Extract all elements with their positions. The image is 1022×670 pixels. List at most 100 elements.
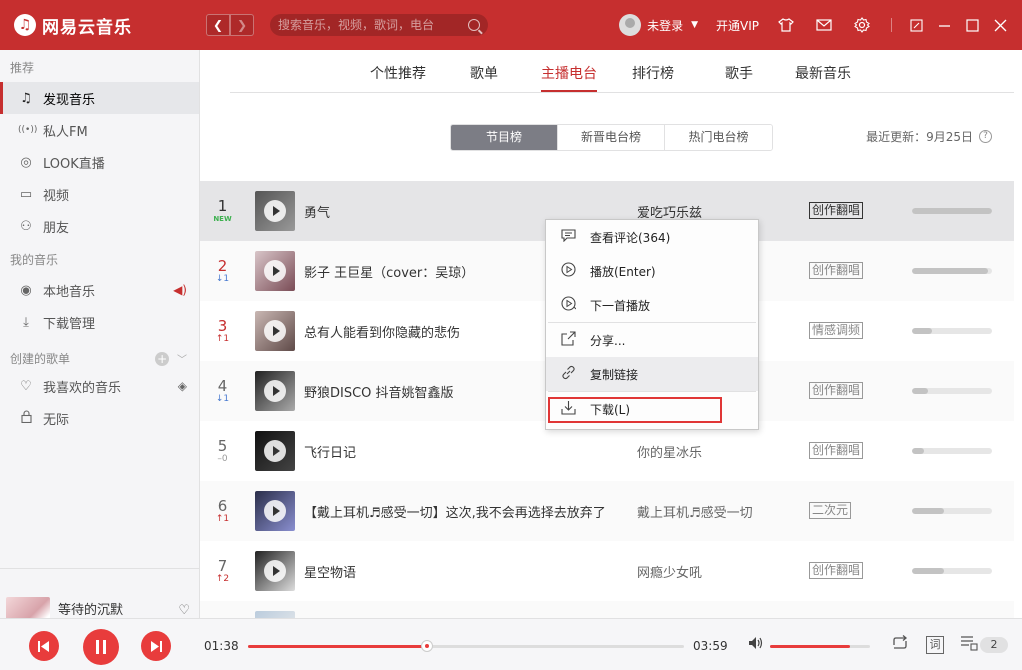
play-icon[interactable]	[264, 500, 286, 522]
search-box[interactable]	[270, 14, 488, 36]
sidebar-item-friends[interactable]: ⚇ 朋友	[0, 210, 199, 242]
program-cover[interactable]	[255, 431, 295, 471]
sidebar-item-private-fm[interactable]: ((•)) 私人FM	[0, 114, 199, 146]
table-row[interactable]: 5 –0 飞行日记 你的星冰乐 创作翻唱	[200, 421, 1014, 481]
previous-button[interactable]	[29, 631, 59, 661]
program-cover[interactable]	[255, 251, 295, 291]
settings-icon[interactable]	[854, 17, 870, 33]
close-icon[interactable]	[993, 18, 1007, 32]
program-artist[interactable]: 你的星冰乐	[637, 442, 702, 461]
play-icon[interactable]	[264, 380, 286, 402]
app-logo[interactable]: ♫ 网易云音乐	[14, 13, 194, 38]
play-icon[interactable]	[264, 440, 286, 462]
program-cover[interactable]	[255, 611, 295, 618]
skin-icon[interactable]	[778, 17, 794, 33]
playlist-count-badge[interactable]: 2	[980, 637, 1008, 653]
loop-mode-icon[interactable]	[891, 635, 909, 655]
table-row[interactable]: 7 ↑2 星空物语 网瘾少女吼 创作翻唱	[200, 541, 1014, 601]
category-tag[interactable]: 二次元	[809, 502, 852, 519]
sidebar-item-download-manager[interactable]: ⤓ 下载管理	[0, 306, 199, 338]
maximize-icon[interactable]	[965, 18, 979, 32]
category-tag[interactable]: 创作翻唱	[809, 562, 864, 579]
play-icon[interactable]	[264, 260, 286, 282]
category-tag[interactable]: 创作翻唱	[809, 382, 864, 399]
progress-slider[interactable]	[248, 640, 684, 652]
mini-mode-icon[interactable]	[909, 18, 923, 32]
program-cover[interactable]	[255, 311, 295, 351]
lyrics-button[interactable]: 词	[926, 636, 944, 654]
program-cover[interactable]	[255, 371, 295, 411]
category-tag[interactable]: 情感调频	[809, 322, 864, 339]
menu-item-play-next[interactable]: 下一首播放	[546, 288, 758, 322]
discover-tabs: 个性推荐 歌单 主播电台 排行榜 歌手 最新音乐	[230, 50, 1014, 93]
tab-charts[interactable]: 排行榜	[632, 63, 674, 83]
tab-personal-recommend[interactable]: 个性推荐	[370, 63, 426, 83]
vip-button[interactable]: 开通VIP	[716, 17, 759, 34]
sidebar-item-look-live[interactable]: ◎ LOOK直播	[0, 146, 199, 178]
chevron-down-icon[interactable]: ▼	[691, 20, 698, 30]
avatar[interactable]	[619, 14, 642, 36]
program-artist[interactable]: 网瘾少女吼	[637, 562, 702, 581]
program-cover[interactable]	[255, 491, 295, 531]
menu-item-copy-link[interactable]: 复制链接	[546, 357, 758, 391]
now-playing-title[interactable]: 等待的沉默	[58, 599, 123, 618]
segment-new-radio-chart[interactable]: 新晋电台榜	[558, 125, 665, 150]
friends-icon: ⚇	[20, 218, 32, 234]
sidebar-item-liked-music[interactable]: ♡ 我喜欢的音乐 ◈	[0, 370, 199, 402]
category-tag[interactable]: 创作翻唱	[809, 262, 864, 279]
section-title: 创建的歌单	[10, 352, 71, 366]
volume-slider[interactable]	[770, 645, 870, 648]
login-label[interactable]: 未登录	[647, 17, 683, 34]
sidebar-item-playlist-wuji[interactable]: 无际	[0, 402, 199, 434]
tab-artists[interactable]: 歌手	[725, 63, 753, 83]
program-title[interactable]: 勇气	[304, 202, 330, 221]
play-next-icon	[560, 295, 576, 315]
sidebar-item-video[interactable]: ▭ 视频	[0, 178, 199, 210]
search-icon[interactable]	[468, 19, 480, 31]
program-title[interactable]: 总有人能看到你隐藏的悲伤	[304, 322, 460, 341]
playlist-icon[interactable]	[960, 635, 978, 655]
like-heart-icon[interactable]: ♡	[178, 603, 190, 618]
sidebar-item-label: LOOK直播	[43, 156, 105, 172]
program-title[interactable]: 飞行日记	[304, 442, 356, 461]
rank-change: ↑1	[215, 514, 230, 524]
menu-item-play[interactable]: 播放(Enter)	[546, 254, 758, 288]
chevron-down-icon[interactable]: ﹀	[177, 355, 187, 366]
category-tag[interactable]: 创作翻唱	[809, 202, 864, 219]
heartbeat-mode-icon[interactable]: ◈	[178, 379, 187, 393]
back-button[interactable]: ❮	[206, 14, 230, 36]
table-row[interactable]	[200, 601, 1014, 618]
program-title[interactable]: 【戴上耳机♬感受一切】这次,我不会再选择去放弃了	[304, 502, 606, 521]
add-playlist-icon[interactable]: +	[155, 352, 170, 366]
minimize-icon[interactable]	[937, 18, 951, 32]
program-artist[interactable]: 戴上耳机♬感受一切	[637, 502, 753, 521]
forward-button[interactable]: ❯	[230, 14, 254, 36]
sidebar-item-local-music[interactable]: ◉ 本地音乐 ◀)	[0, 274, 199, 306]
help-icon[interactable]: ?	[979, 130, 992, 143]
tab-new-music[interactable]: 最新音乐	[795, 63, 851, 83]
segment-program-chart[interactable]: 节目榜	[451, 125, 558, 150]
play-icon[interactable]	[264, 320, 286, 342]
progress-knob[interactable]	[420, 640, 433, 652]
next-button[interactable]	[141, 631, 171, 661]
program-title[interactable]: 星空物语	[304, 562, 356, 581]
table-row[interactable]: 6 ↑1 【戴上耳机♬感受一切】这次,我不会再选择去放弃了 戴上耳机♬感受一切 …	[200, 481, 1014, 541]
program-title[interactable]: 影子 王巨星（cover：吴琼）	[304, 262, 474, 281]
play-icon[interactable]	[264, 560, 286, 582]
category-tag[interactable]: 创作翻唱	[809, 442, 864, 459]
program-cover[interactable]	[255, 191, 295, 231]
program-cover[interactable]	[255, 551, 295, 591]
pause-button[interactable]	[83, 629, 119, 665]
tab-playlists[interactable]: 歌单	[470, 63, 498, 83]
program-title[interactable]: 野狼DISCO 抖音姚智鑫版	[304, 382, 454, 401]
menu-item-share[interactable]: 分享...	[546, 323, 758, 357]
play-icon[interactable]	[264, 200, 286, 222]
volume-icon[interactable]	[748, 636, 764, 654]
segment-hot-radio-chart[interactable]: 热门电台榜	[665, 125, 772, 150]
sidebar-item-discover-music[interactable]: ♫ 发现音乐	[0, 82, 199, 114]
mail-icon[interactable]	[816, 17, 832, 33]
download-highlight-box	[548, 397, 722, 423]
search-input[interactable]	[278, 18, 468, 32]
tab-radio[interactable]: 主播电台	[541, 63, 597, 92]
menu-item-view-comments[interactable]: 查看评论(364)	[546, 220, 758, 254]
